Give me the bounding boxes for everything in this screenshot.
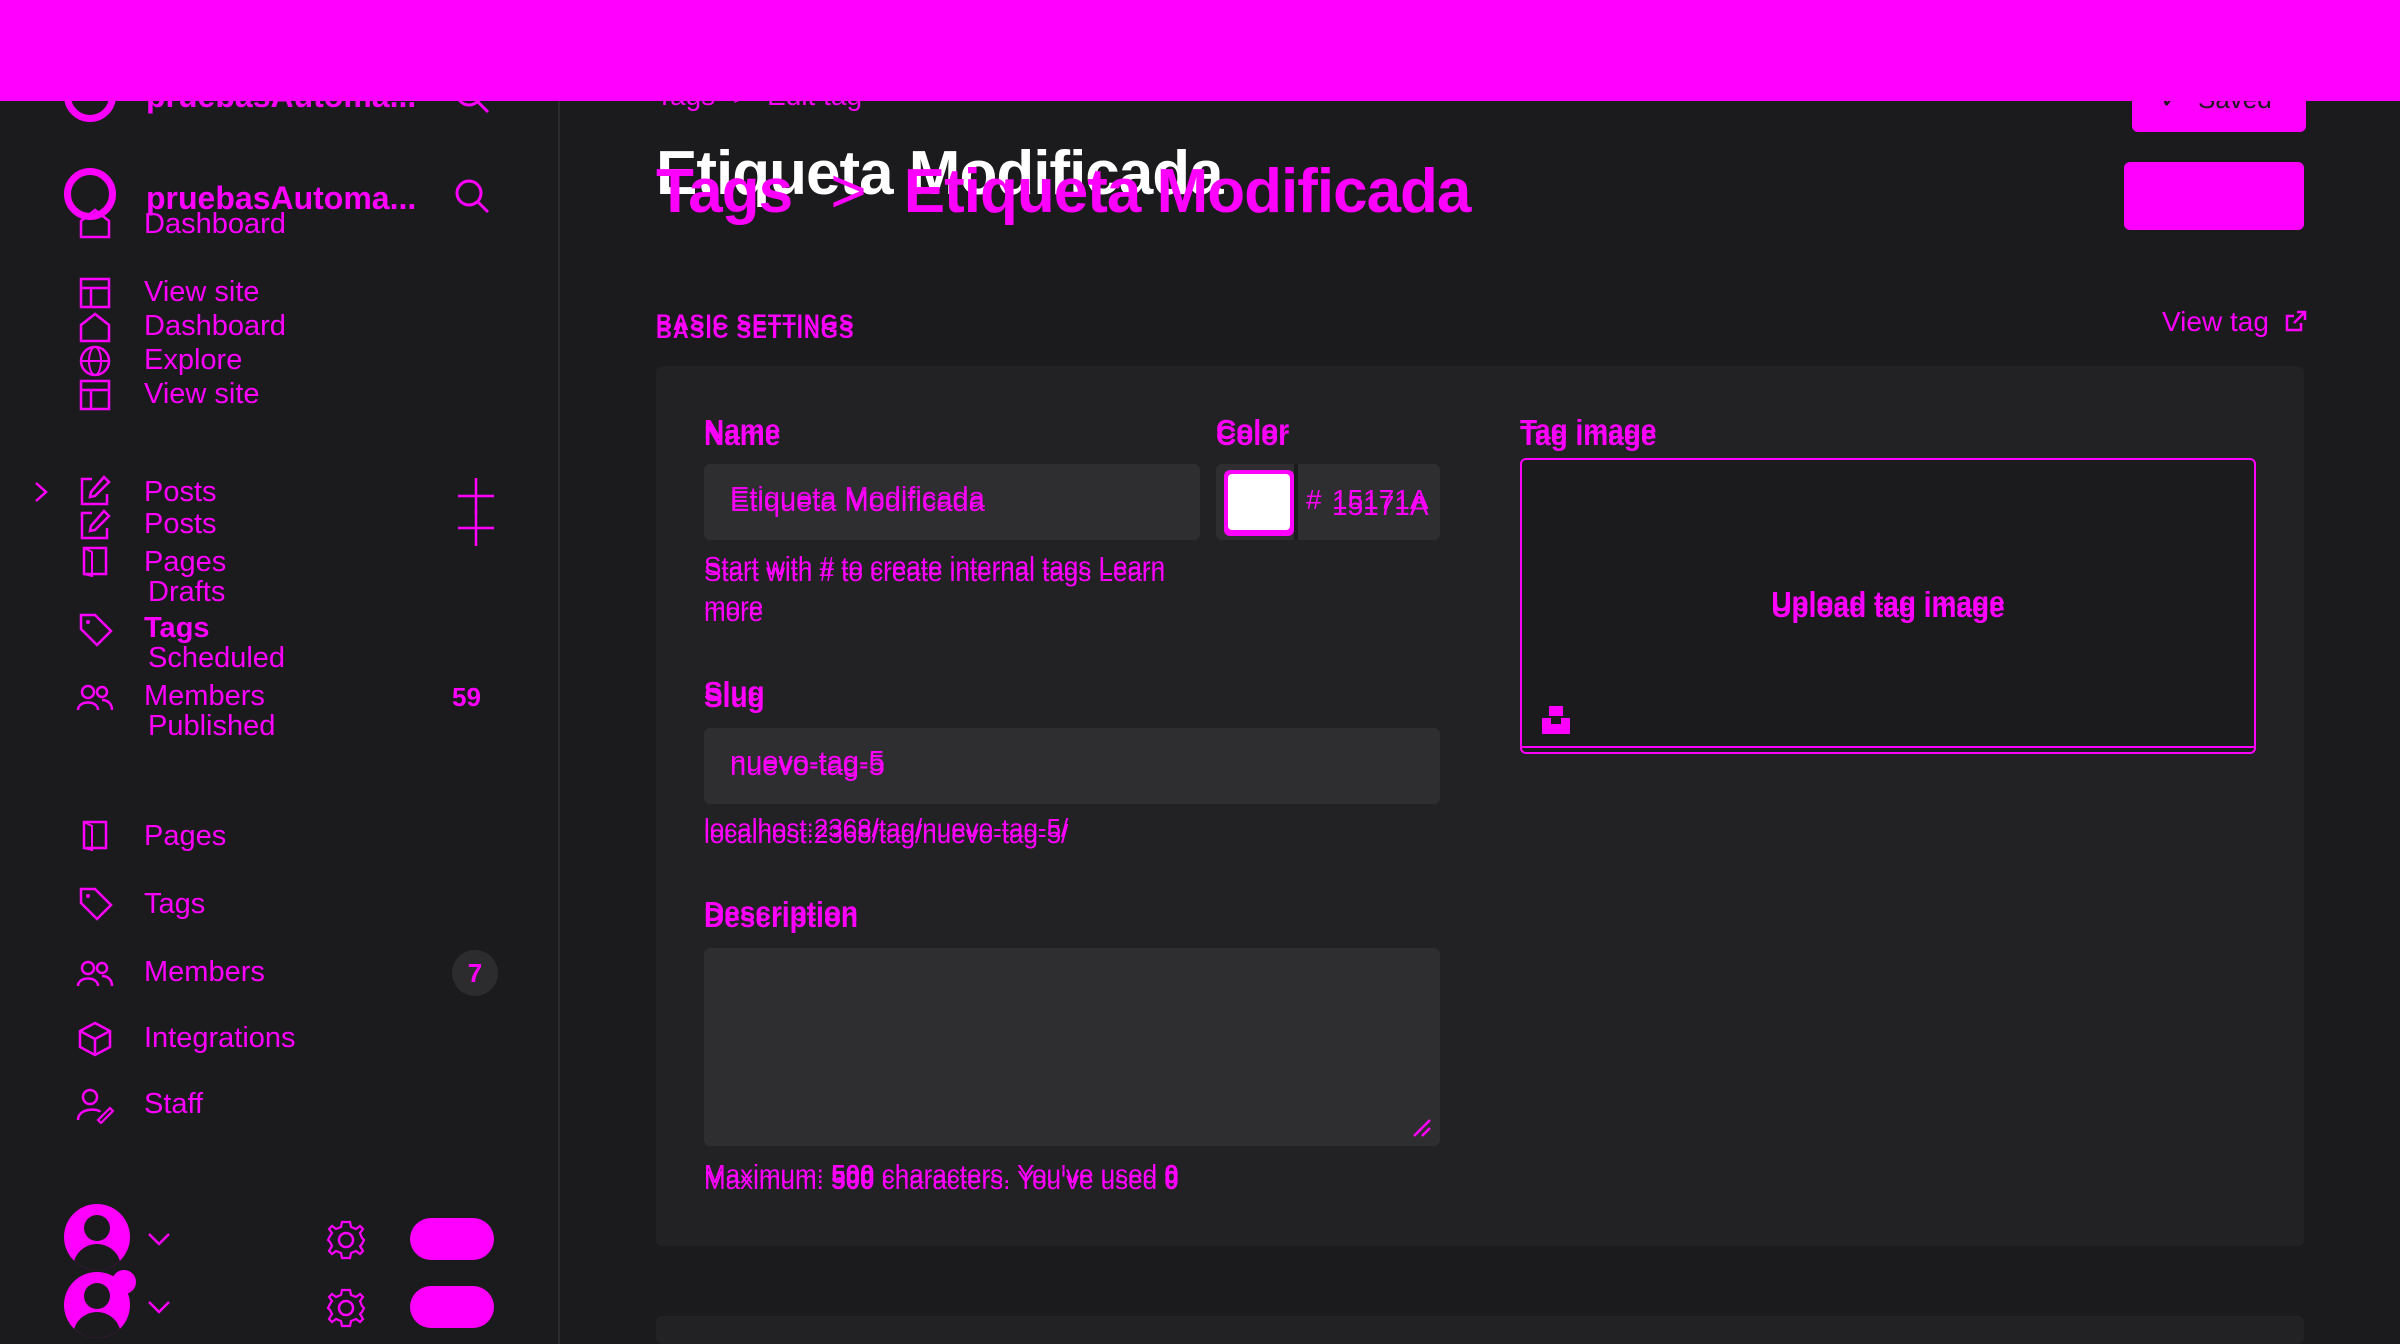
description-max-ghost: 500 [831, 1165, 875, 1195]
edit-icon [80, 509, 111, 540]
nav-scheduled[interactable]: Scheduled [148, 642, 285, 675]
gear-icon[interactable] [324, 1286, 368, 1330]
external-link-icon [2285, 310, 2306, 332]
home-icon [79, 208, 111, 239]
staff-icon [76, 1088, 114, 1124]
nav-published[interactable]: Published [148, 710, 275, 743]
nav-pages[interactable]: Pages [144, 820, 226, 853]
name-label-ghost: Name [704, 420, 781, 451]
page-icon [82, 820, 108, 852]
slug-input-value-ghost: nuevo-tag-5 [730, 750, 885, 782]
nav-drafts[interactable]: Drafts [148, 576, 225, 609]
integrations-cube-icon [78, 1021, 112, 1057]
globe-icon [79, 345, 111, 377]
user-avatar[interactable] [64, 1204, 130, 1270]
slug-label-ghost: Slug [704, 682, 765, 713]
name-input-value-ghost: Etiqueta Modificada [730, 486, 985, 518]
nav-members-overlay[interactable]: Members [144, 680, 265, 713]
layout-icon [79, 379, 111, 411]
nav-explore[interactable]: Explore [144, 344, 242, 377]
color-swatch[interactable] [1224, 470, 1294, 536]
save-button[interactable] [2124, 162, 2304, 230]
nav-view-site[interactable]: View site [144, 276, 260, 309]
nav-tags[interactable]: Tags [144, 888, 205, 921]
tag-image-dropzone[interactable]: Upload tag image Upload tag image [1520, 458, 2256, 754]
chevron-down-icon[interactable] [146, 1230, 172, 1248]
nav-posts[interactable]: Posts [144, 476, 217, 509]
slug-url-ghost: localhost:2368/tag/nuevo-tag-5/ [704, 819, 1069, 849]
tag-image-label-ghost: Tag image [1520, 420, 1657, 451]
tag-icon [79, 613, 113, 647]
page-icon [82, 546, 108, 578]
chevron-right-icon[interactable] [30, 480, 52, 504]
view-tag-label: View tag [2162, 306, 2269, 337]
color-hash: # [1306, 484, 1322, 515]
members-icon [76, 960, 114, 987]
toggle-pill[interactable] [410, 1286, 494, 1328]
nav-posts-2[interactable]: Posts [144, 508, 217, 541]
color-label-ghost: Color [1216, 420, 1290, 451]
gear-icon[interactable] [324, 1218, 368, 1262]
section-heading-ghost: BASIC SETTINGS [656, 318, 855, 343]
title-separator: > [830, 157, 866, 226]
title-tags-link[interactable]: Tags [656, 157, 793, 226]
main-content: Tags > Edit tag ✓ Saved Etiqueta Modific… [560, 0, 2400, 1344]
members-icon [76, 684, 114, 711]
color-input[interactable]: # 15171A 15171A [1216, 464, 1440, 540]
home-icon [79, 312, 111, 343]
next-settings-card [656, 1316, 2304, 1344]
nav-view-site-2[interactable]: View site [144, 378, 260, 411]
description-used-ghost: 0 [1164, 1165, 1179, 1195]
edit-icon [80, 475, 111, 506]
layout-icon [79, 277, 111, 309]
members-count-overlay: 59 [452, 682, 481, 712]
plus-icon[interactable] [454, 506, 498, 550]
chevron-down-icon[interactable] [146, 1298, 172, 1316]
tag-icon [79, 887, 113, 921]
description-hint-ghost: Maximum: 500 characters. You've used 0 [704, 1160, 1179, 1200]
view-tag-link[interactable]: View tag [2162, 306, 2309, 338]
slug-input[interactable]: nuevo-tag-5 nuevo-tag-5 [704, 728, 1440, 804]
nav-integrations[interactable]: Integrations [144, 1022, 296, 1055]
name-input[interactable]: Etiqueta Modificada Etiqueta Modificada [704, 464, 1200, 540]
description-hint-middle-ghost: characters. You've used [881, 1165, 1158, 1195]
nav-dashboard-ghost[interactable]: Dashboard [144, 208, 286, 241]
notification-dot [112, 1270, 136, 1294]
color-value-ghost: 15171A [1332, 490, 1429, 521]
search-icon[interactable] [452, 176, 492, 216]
title-current: Etiqueta Modificada [903, 157, 1472, 226]
sidebar: pruebasAutoma... pruebasAutoma... Dashbo… [0, 0, 560, 1344]
upload-tag-image-label-ghost: Upload tag image [1771, 592, 2005, 623]
description-label-ghost: Description [704, 902, 859, 933]
nav-tags-overlay[interactable]: Tags [144, 612, 210, 645]
nav-staff[interactable]: Staff [144, 1088, 203, 1121]
description-textarea[interactable] [704, 948, 1440, 1146]
top-bar [0, 0, 2400, 101]
description-hint-prefix-ghost: Maximum: [704, 1165, 824, 1195]
name-hint-ghost: Start with # to create internal tags Lea… [704, 557, 1166, 627]
unsplash-icon[interactable] [1540, 704, 1572, 736]
page-title-breadcrumb: Tags > Etiqueta Modificada [656, 156, 1472, 227]
resize-handle-icon[interactable] [1410, 1116, 1432, 1138]
toggle-pill[interactable] [410, 1218, 494, 1260]
nav-pages-overlay[interactable]: Pages [144, 546, 226, 579]
nav-members[interactable]: Members [144, 956, 265, 989]
nav-dashboard[interactable]: Dashboard [144, 310, 286, 343]
members-count-badge: 7 [452, 950, 498, 996]
